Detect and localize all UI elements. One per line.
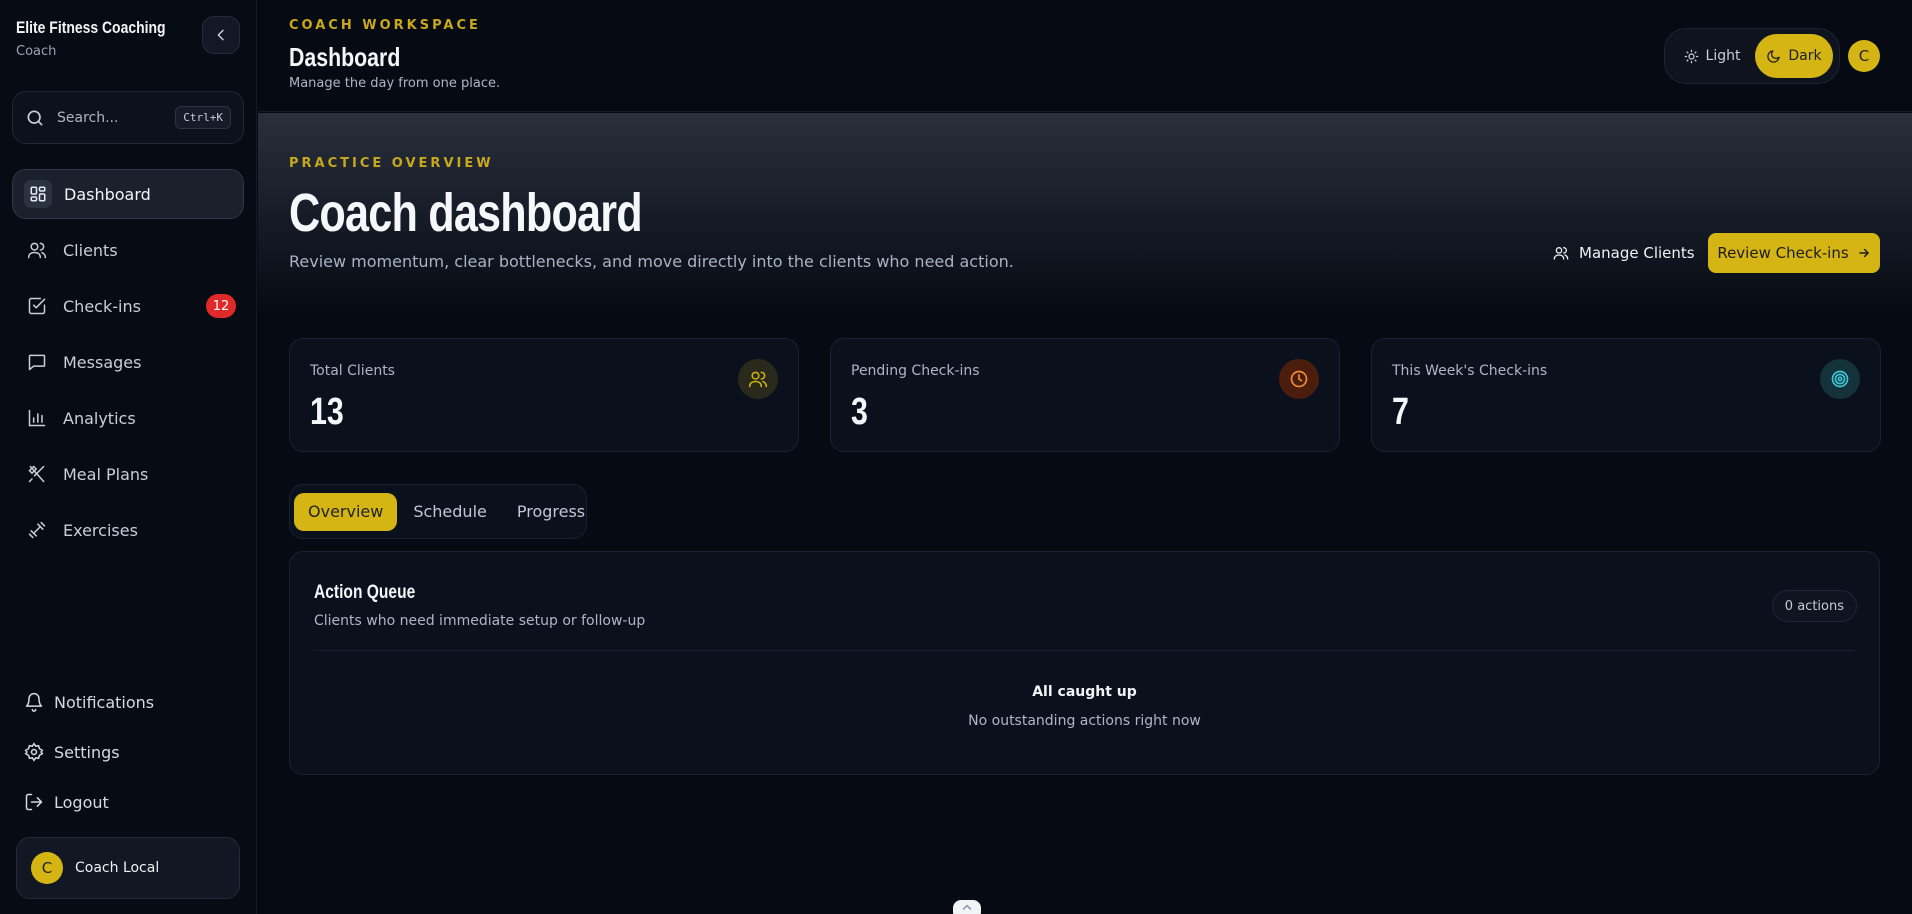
stat-value: 13 xyxy=(310,391,344,433)
target-icon xyxy=(1820,359,1860,399)
theme-dark-label: Dark xyxy=(1788,48,1822,64)
check-ins-badge: 12 xyxy=(206,294,236,318)
stat-card-weekly-check-ins: This Week's Check-ins 7 xyxy=(1371,338,1881,452)
sidebar-item-settings[interactable]: Settings xyxy=(12,727,244,777)
sidebar-item-exercises[interactable]: Exercises xyxy=(12,505,244,555)
header-eyebrow: COACH WORKSPACE xyxy=(289,18,481,33)
chevron-up-icon xyxy=(962,904,972,910)
action-count-badge: 0 actions xyxy=(1771,590,1857,622)
utensils-icon xyxy=(25,462,49,486)
hero-eyebrow: PRACTICE OVERVIEW xyxy=(289,156,494,171)
theme-dark-button[interactable]: Dark xyxy=(1755,34,1833,78)
avatar: C xyxy=(31,852,63,884)
logout-icon xyxy=(25,793,43,811)
theme-toggle: Light Dark xyxy=(1664,28,1840,84)
sidebar-item-label: Meal Plans xyxy=(63,464,149,484)
action-queue-panel: Action Queue Clients who need immediate … xyxy=(289,551,1880,775)
tab-schedule[interactable]: Schedule xyxy=(399,493,501,531)
sidebar-item-label: Messages xyxy=(63,352,142,372)
action-queue-subtitle: Clients who need immediate setup or foll… xyxy=(314,613,646,629)
stat-card-pending-check-ins: Pending Check-ins 3 xyxy=(830,338,1340,452)
sidebar-item-label: Dashboard xyxy=(64,184,151,204)
search-shortcut: Ctrl+K xyxy=(175,106,231,129)
sidebar-item-clients[interactable]: Clients xyxy=(12,225,244,275)
sidebar-item-label: Exercises xyxy=(63,520,138,540)
brand-role: Coach xyxy=(16,44,57,59)
stat-value: 3 xyxy=(851,391,868,433)
sidebar-item-label: Settings xyxy=(54,742,120,762)
message-icon xyxy=(25,350,49,374)
search-icon xyxy=(27,110,43,125)
dashboard-tabs: Overview Schedule Progress xyxy=(289,484,587,539)
stat-label: This Week's Check-ins xyxy=(1392,363,1548,379)
sidebar-item-label: Analytics xyxy=(63,408,136,428)
user-card[interactable]: C Coach Local xyxy=(16,837,240,899)
tab-overview[interactable]: Overview xyxy=(294,492,398,531)
stat-value: 7 xyxy=(1392,391,1409,433)
divider xyxy=(314,650,1855,651)
chevron-left-icon xyxy=(217,29,224,41)
sidebar-item-dashboard[interactable]: Dashboard xyxy=(12,169,244,219)
scroll-to-top-button[interactable] xyxy=(953,900,981,914)
user-name: Coach Local xyxy=(75,860,160,876)
manage-clients-button[interactable]: Manage Clients xyxy=(1553,237,1695,269)
checkbox-icon xyxy=(25,294,49,318)
sidebar-item-label: Check-ins xyxy=(63,296,141,316)
header-avatar[interactable]: C xyxy=(1848,40,1880,72)
theme-light-button[interactable]: Light xyxy=(1669,34,1755,78)
arrow-right-icon xyxy=(1858,248,1869,258)
brand-name: Elite Fitness Coaching xyxy=(16,18,166,37)
sidebar-item-label: Clients xyxy=(63,240,118,260)
review-check-ins-button[interactable]: Review Check-ins xyxy=(1708,233,1880,273)
sidebar-item-label: Notifications xyxy=(54,692,155,712)
sidebar-nav: Dashboard Clients Check-ins 12 Messages xyxy=(12,169,244,561)
users-icon xyxy=(1553,247,1569,260)
tab-progress[interactable]: Progress xyxy=(503,493,599,531)
sidebar-item-notifications[interactable]: Notifications xyxy=(12,677,244,727)
sun-icon xyxy=(1684,49,1698,63)
sidebar-bottom-nav: Notifications Settings Logout xyxy=(12,677,244,827)
sidebar-item-logout[interactable]: Logout xyxy=(12,777,244,827)
sidebar-item-analytics[interactable]: Analytics xyxy=(12,393,244,443)
page-title: Dashboard xyxy=(289,42,401,72)
grid-icon xyxy=(24,180,52,208)
dumbbell-icon xyxy=(25,518,49,542)
hero-title: Coach dashboard xyxy=(289,183,643,243)
users-icon xyxy=(738,359,778,399)
sidebar-item-check-ins[interactable]: Check-ins 12 xyxy=(12,281,244,331)
brand: Elite Fitness Coaching Coach xyxy=(16,18,198,59)
collapse-sidebar-button[interactable] xyxy=(202,16,240,54)
review-check-ins-label: Review Check-ins xyxy=(1717,244,1849,262)
hero-subtitle: Review momentum, clear bottlenecks, and … xyxy=(289,252,1014,271)
theme-light-label: Light xyxy=(1705,48,1741,64)
stat-label: Total Clients xyxy=(310,363,395,379)
action-queue-title: Action Queue xyxy=(314,582,416,603)
stat-label: Pending Check-ins xyxy=(851,363,980,379)
sidebar-item-label: Logout xyxy=(54,792,109,812)
sidebar: Elite Fitness Coaching Coach Search... C… xyxy=(0,0,257,914)
search-placeholder: Search... xyxy=(57,109,119,126)
users-icon xyxy=(25,238,49,262)
bar-chart-icon xyxy=(25,406,49,430)
moon-icon xyxy=(1767,49,1781,63)
gear-icon xyxy=(24,742,44,762)
empty-state-title: All caught up xyxy=(1032,684,1137,700)
clock-icon xyxy=(1279,359,1319,399)
manage-clients-label: Manage Clients xyxy=(1579,244,1695,262)
search-input[interactable]: Search... Ctrl+K xyxy=(12,91,244,144)
empty-state-subtitle: No outstanding actions right now xyxy=(968,713,1201,729)
sidebar-item-meal-plans[interactable]: Meal Plans xyxy=(12,449,244,499)
bell-icon xyxy=(25,692,43,712)
sidebar-item-messages[interactable]: Messages xyxy=(12,337,244,387)
page-subtitle: Manage the day from one place. xyxy=(289,76,501,91)
top-header: COACH WORKSPACE Dashboard Manage the day… xyxy=(258,0,1912,112)
stat-card-total-clients: Total Clients 13 xyxy=(289,338,799,452)
